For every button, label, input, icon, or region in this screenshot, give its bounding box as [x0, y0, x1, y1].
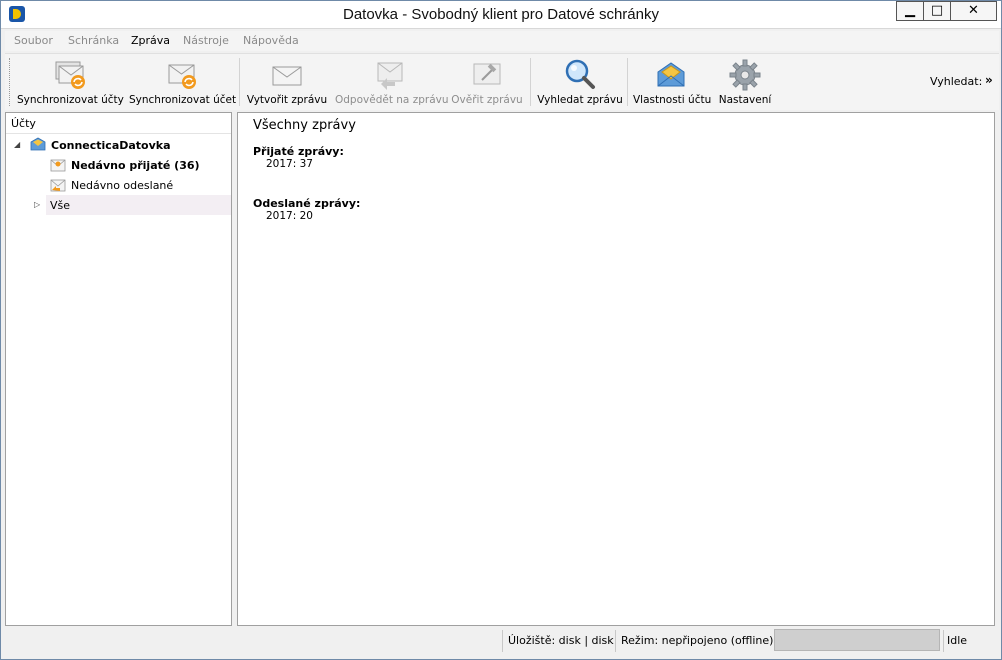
sync-account-button[interactable]: Synchronizovat účet [129, 56, 237, 108]
gear-icon [729, 59, 761, 91]
tree-account-row[interactable]: ◢ ConnecticaDatovka [6, 135, 231, 155]
sent-value: 2017: 20 [266, 210, 313, 222]
verify-message-button[interactable]: Ověřit zprávu [451, 56, 523, 108]
overview-panel: Všechny zprávy Přijaté zprávy: 2017: 37 … [237, 112, 995, 626]
status-separator [615, 630, 616, 652]
sync-all-icon [55, 61, 85, 89]
maximize-button[interactable]: □ [923, 1, 951, 21]
received-value: 2017: 37 [266, 158, 313, 170]
sync-account-label: Synchronizovat účet [129, 94, 237, 106]
tree-item-all[interactable]: ▷ Vše [34, 195, 231, 215]
received-heading: Přijaté zprávy: [253, 145, 344, 158]
status-bar: Úložiště: disk | disk Režim: nepřipojeno… [5, 628, 999, 654]
search-message-label: Vyhledat zprávu [537, 94, 623, 106]
toolbar: Synchronizovat účty Synchronizovat účet … [5, 53, 999, 110]
menu-schranka[interactable]: Schránka [68, 34, 119, 47]
search-message-button[interactable]: Vyhledat zprávu [537, 56, 623, 108]
search-label: Vyhledat: [930, 75, 983, 88]
settings-button[interactable]: Nastavení [715, 56, 775, 108]
sent-heading: Odeslané zprávy: [253, 197, 361, 210]
minimize-button[interactable]: ▁ [896, 1, 924, 21]
account-properties-label: Vlastnosti účtu [633, 94, 712, 106]
tree-item-received[interactable]: Nedávno přijaté (36) [6, 155, 231, 175]
storage-status: Úložiště: disk | disk [508, 634, 614, 647]
status-separator [502, 630, 503, 652]
verify-icon [473, 63, 501, 85]
toolbar-separator [239, 58, 240, 106]
create-message-label: Vytvořit zprávu [246, 94, 328, 106]
close-button[interactable]: ✕ [950, 1, 997, 21]
expand-arrow-icon[interactable]: ◢ [14, 140, 20, 149]
menu-nastroje[interactable]: Nástroje [183, 34, 229, 47]
sync-icon [168, 64, 196, 89]
toolbar-separator [530, 58, 531, 106]
envelope-icon [272, 66, 302, 86]
toolbar-separator [627, 58, 628, 106]
status-separator [943, 630, 944, 652]
toolbar-grip[interactable] [9, 58, 12, 106]
verify-message-label: Ověřit zprávu [451, 94, 523, 106]
reply-icon [377, 62, 403, 90]
account-properties-button[interactable]: Vlastnosti účtu [633, 56, 712, 108]
accounts-header: Účty [6, 113, 231, 134]
reply-message-label: Odpovědět na zprávu [335, 94, 449, 106]
sync-accounts-button[interactable]: Synchronizovat účty [17, 56, 124, 108]
tree-item-label: Vše [50, 199, 71, 212]
account-icon [657, 62, 685, 87]
idle-status: Idle [947, 634, 968, 647]
tree-item-sent[interactable]: Nedávno odeslané [6, 175, 231, 195]
menu-zprava[interactable]: Zpráva [131, 34, 170, 47]
toolbar-overflow-button[interactable]: » [985, 73, 993, 87]
menu-bar: Soubor Schránka Zpráva Nástroje Nápověda [5, 31, 999, 51]
expand-arrow-icon[interactable]: ▷ [34, 200, 40, 209]
progress-bar [774, 629, 940, 651]
mode-status: Režim: nepřipojeno (offline) [621, 634, 774, 647]
account-name: ConnecticaDatovka [51, 139, 171, 152]
search-icon [565, 59, 595, 89]
received-mail-icon [50, 159, 66, 172]
title-bar: Datovka - Svobodný klient pro Datové sch… [1, 1, 1001, 29]
accounts-panel: Účty ◢ ConnecticaDatovka Nedávno přijaté… [5, 112, 232, 626]
create-message-button[interactable]: Vytvořit zprávu [245, 56, 329, 108]
window-title: Datovka - Svobodný klient pro Datové sch… [343, 6, 659, 23]
account-mailbox-icon [30, 137, 46, 151]
tree-item-label: Nedávno odeslané [71, 179, 174, 192]
overview-title: Všechny zprávy [253, 118, 356, 133]
sent-mail-icon [50, 179, 66, 192]
sync-accounts-label: Synchronizovat účty [17, 94, 124, 106]
tree-item-label: Nedávno přijaté (36) [71, 159, 200, 172]
app-window: Datovka - Svobodný klient pro Datové sch… [0, 0, 1002, 660]
settings-label: Nastavení [718, 94, 772, 106]
menu-napoveda[interactable]: Nápověda [243, 34, 299, 47]
menu-soubor[interactable]: Soubor [14, 34, 53, 47]
reply-message-button[interactable]: Odpovědět na zprávu [335, 56, 449, 108]
